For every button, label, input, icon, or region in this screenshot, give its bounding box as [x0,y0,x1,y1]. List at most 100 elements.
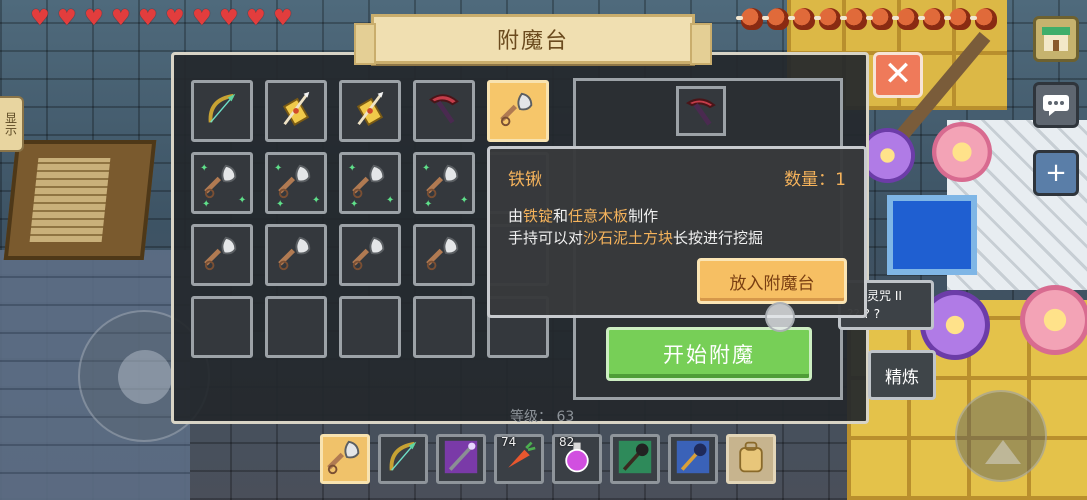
tooltip-usage-line: 手持可以对沙石泥土方块长按进行挖掘 [508,227,763,248]
enchant-sparkle-icon: ✦ [238,195,247,206]
hunger-meat-icon [788,8,815,30]
jump-button[interactable] [955,390,1047,482]
display-toggle-tab[interactable]: 显示 [0,96,24,152]
close-button[interactable]: ✕ [873,52,923,98]
display-toggle-label: 显示 [3,112,18,136]
arrow-bundle-icon [351,90,389,132]
shovel-icon [351,234,389,276]
inventory-slot[interactable] [413,80,475,142]
magic-wand-icon [443,439,479,479]
wooden-bed [3,140,157,260]
shovel-icon [351,162,389,204]
inventory-slot[interactable] [339,296,401,358]
hunger-meat-icon [970,8,997,30]
heart-icon: ♥ [273,6,293,31]
hotbar-slot[interactable] [610,434,660,484]
lotus-flower-icon [932,122,992,182]
hotbar-slot[interactable]: 82 [552,434,602,484]
hotbar-slot[interactable]: 74 [494,434,544,484]
add-button[interactable]: + [1033,150,1079,196]
start-enchant-button[interactable]: 开始附魔 [606,327,812,381]
joystick-knob[interactable] [118,350,172,404]
hunger-meat-icon [762,8,789,30]
enchant-item-slot[interactable] [676,86,726,136]
heart-icon: ♥ [57,6,77,31]
inventory-slot[interactable] [265,296,327,358]
bow-icon [384,438,422,480]
inventory-slot[interactable] [191,224,253,286]
inventory-slot[interactable]: ✦ ✦ ✦ [191,152,253,214]
inventory-slot[interactable] [265,224,327,286]
hotbar-slot[interactable] [436,434,486,484]
heart-icon: ♥ [246,6,266,31]
mace-icon [617,439,653,479]
bow-icon [203,90,241,132]
panel-title: 附魔台 [354,14,712,65]
quantity-label: 数量： [784,170,836,190]
pickaxe-icon [685,98,716,126]
chat-icon [1043,95,1069,116]
tooltip-recipe-line: 由铁锭和任意木板制作 [508,205,658,226]
inventory-slot[interactable] [413,296,475,358]
shovel-icon [425,234,463,276]
hunger-meat-icon [944,8,971,30]
inventory-slot[interactable] [265,80,327,142]
inventory-slot[interactable]: ✦ ✦ ✦ [413,152,475,214]
inventory-slot[interactable] [339,224,401,286]
enchant-sparkle-icon: ✦ [200,163,209,174]
inventory-slot[interactable] [339,80,401,142]
enchant-sparkle-icon: ✦ [276,199,285,210]
hunger-bar [736,8,997,30]
heart-icon: ♥ [84,6,104,31]
chat-button[interactable] [1033,82,1079,128]
hotbar-slot[interactable] [378,434,428,484]
tooltip-item-name: 铁锹 [508,170,542,190]
heart-icon: ♥ [219,6,239,31]
pickaxe-icon [425,90,463,132]
hunger-meat-icon [840,8,867,30]
enchant-sparkle-icon: ✦ [460,195,469,206]
hunger-meat-icon [736,8,763,30]
text: 手持可以对 [508,229,584,247]
enchant-sparkle-icon: ✦ [348,163,357,174]
enchant-sparkle-icon: ✦ [274,163,283,174]
refine-button[interactable]: 精炼 [868,350,936,400]
shovel-icon [277,234,315,276]
item-count: 74 [501,435,517,449]
put-in-enchant-button[interactable]: 放入附魔台 [697,258,847,304]
text: 长按进行挖掘 [673,229,764,247]
enchant-sparkle-icon: ✦ [424,199,433,210]
level-value: 63 [556,409,575,425]
heart-icon: ♥ [138,6,158,31]
plus-icon: + [1045,158,1067,188]
backpack-button[interactable] [726,434,776,484]
hunger-meat-icon [892,8,919,30]
heart-icon: ♥ [111,6,131,31]
enchant-sparkle-icon: ✦ [386,195,395,206]
highlight-text: 铁锭 [523,207,554,225]
inventory-slot[interactable] [487,80,549,142]
hunger-meat-icon [866,8,893,30]
hunger-meat-icon [918,8,945,30]
hotbar: 74 82 [320,434,776,484]
hunger-meat-icon [814,8,841,30]
inventory-slot[interactable]: ✦ ✦ ✦ [265,152,327,214]
hotbar-slot[interactable] [668,434,718,484]
shovel-icon [326,438,364,480]
inventory-slot[interactable] [191,296,253,358]
shovel-icon [203,234,241,276]
item-count: 82 [559,435,575,449]
close-icon: ✕ [883,54,913,94]
health-bar: ♥ ♥ ♥ ♥ ♥ ♥ ♥ ♥ ♥ ♥ [30,8,297,30]
heart-icon: ♥ [30,6,50,31]
inventory-slot[interactable]: ✦ ✦ ✦ [339,152,401,214]
level-label: 等级： [510,409,552,425]
shop-button[interactable] [1033,16,1079,62]
shovel-icon [203,162,241,204]
blue-mace-icon [675,439,711,479]
highlight-text: 沙石泥土方块 [583,229,674,247]
backpack-icon [733,439,769,479]
inventory-slot[interactable] [191,80,253,142]
hotbar-slot[interactable] [320,434,370,484]
inventory-slot[interactable] [413,224,475,286]
